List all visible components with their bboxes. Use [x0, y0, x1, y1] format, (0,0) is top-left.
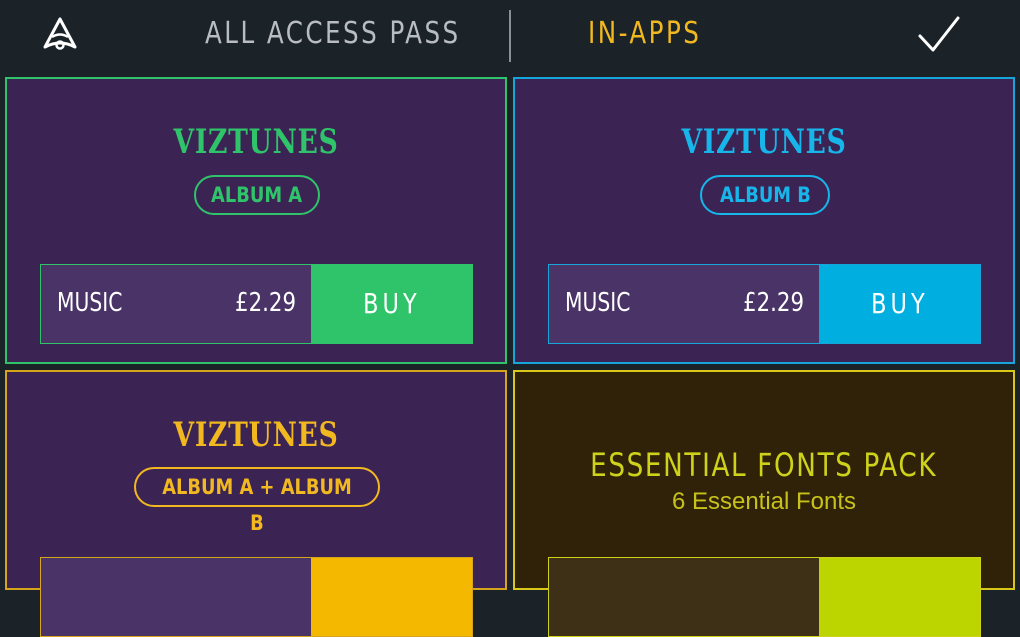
tab-in-apps[interactable]: IN-APPS	[588, 12, 701, 56]
price-label: £2.29	[743, 288, 805, 318]
product-tag: ALBUM B	[700, 175, 830, 215]
tab-all-access-pass[interactable]: ALL ACCESS PASS	[205, 12, 461, 56]
purchase-row: MUSIC £2.29 BUY	[40, 264, 473, 344]
product-card-album-a: VIZTUNES ALBUM A MUSIC £2.29 BUY	[5, 77, 507, 364]
purchase-row	[548, 557, 981, 637]
checkmark-icon[interactable]	[916, 14, 962, 56]
buy-button[interactable]	[311, 558, 472, 636]
product-card-album-bundle: VIZTUNES ALBUM A + ALBUM B	[5, 370, 507, 637]
purchase-row	[40, 557, 473, 637]
product-tag: ALBUM A	[194, 175, 320, 215]
product-card-fonts-pack: ESSENTIAL FONTS PACK 6 Essential Fonts	[513, 370, 1015, 637]
product-brand: VIZTUNES	[173, 122, 339, 162]
product-title: ESSENTIAL FONTS PACK	[590, 446, 938, 484]
product-type-label: MUSIC	[57, 288, 123, 318]
tab-divider	[509, 10, 511, 62]
product-brand: VIZTUNES	[173, 415, 339, 455]
product-brand: VIZTUNES	[681, 122, 847, 162]
price-label: £2.29	[235, 288, 297, 318]
product-card-album-b: VIZTUNES ALBUM B MUSIC £2.29 BUY	[513, 77, 1015, 364]
buy-button[interactable]: BUY	[819, 265, 980, 343]
product-type-label: MUSIC	[565, 288, 631, 318]
top-bar: ALL ACCESS PASS IN-APPS	[0, 0, 1020, 70]
buy-button[interactable]	[819, 558, 980, 636]
product-subtitle: 6 Essential Fonts	[671, 488, 857, 515]
buy-button[interactable]: BUY	[311, 265, 472, 343]
product-tag: ALBUM A + ALBUM B	[134, 467, 380, 535]
app-logo-icon[interactable]	[40, 15, 80, 55]
purchase-row: MUSIC £2.29 BUY	[548, 264, 981, 344]
